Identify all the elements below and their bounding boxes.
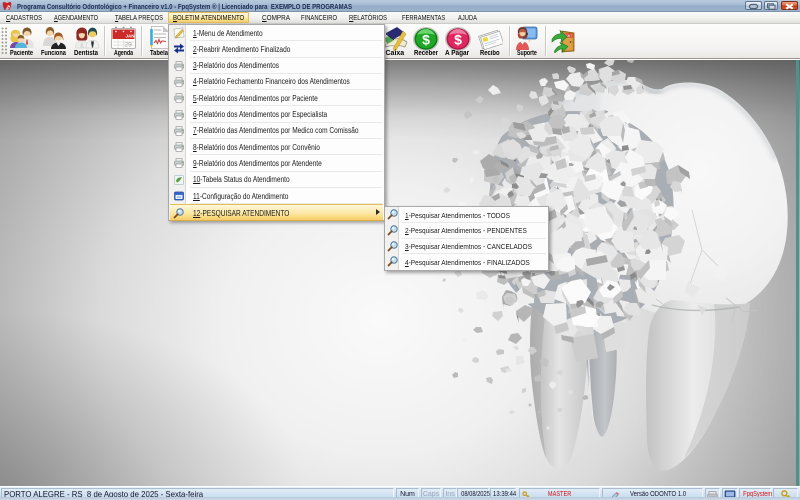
svg-text:29: 29 [125,42,133,49]
svg-text:JAN: JAN [126,34,135,39]
svg-text:$: $ [422,32,430,48]
svg-text:$: $ [454,32,462,48]
